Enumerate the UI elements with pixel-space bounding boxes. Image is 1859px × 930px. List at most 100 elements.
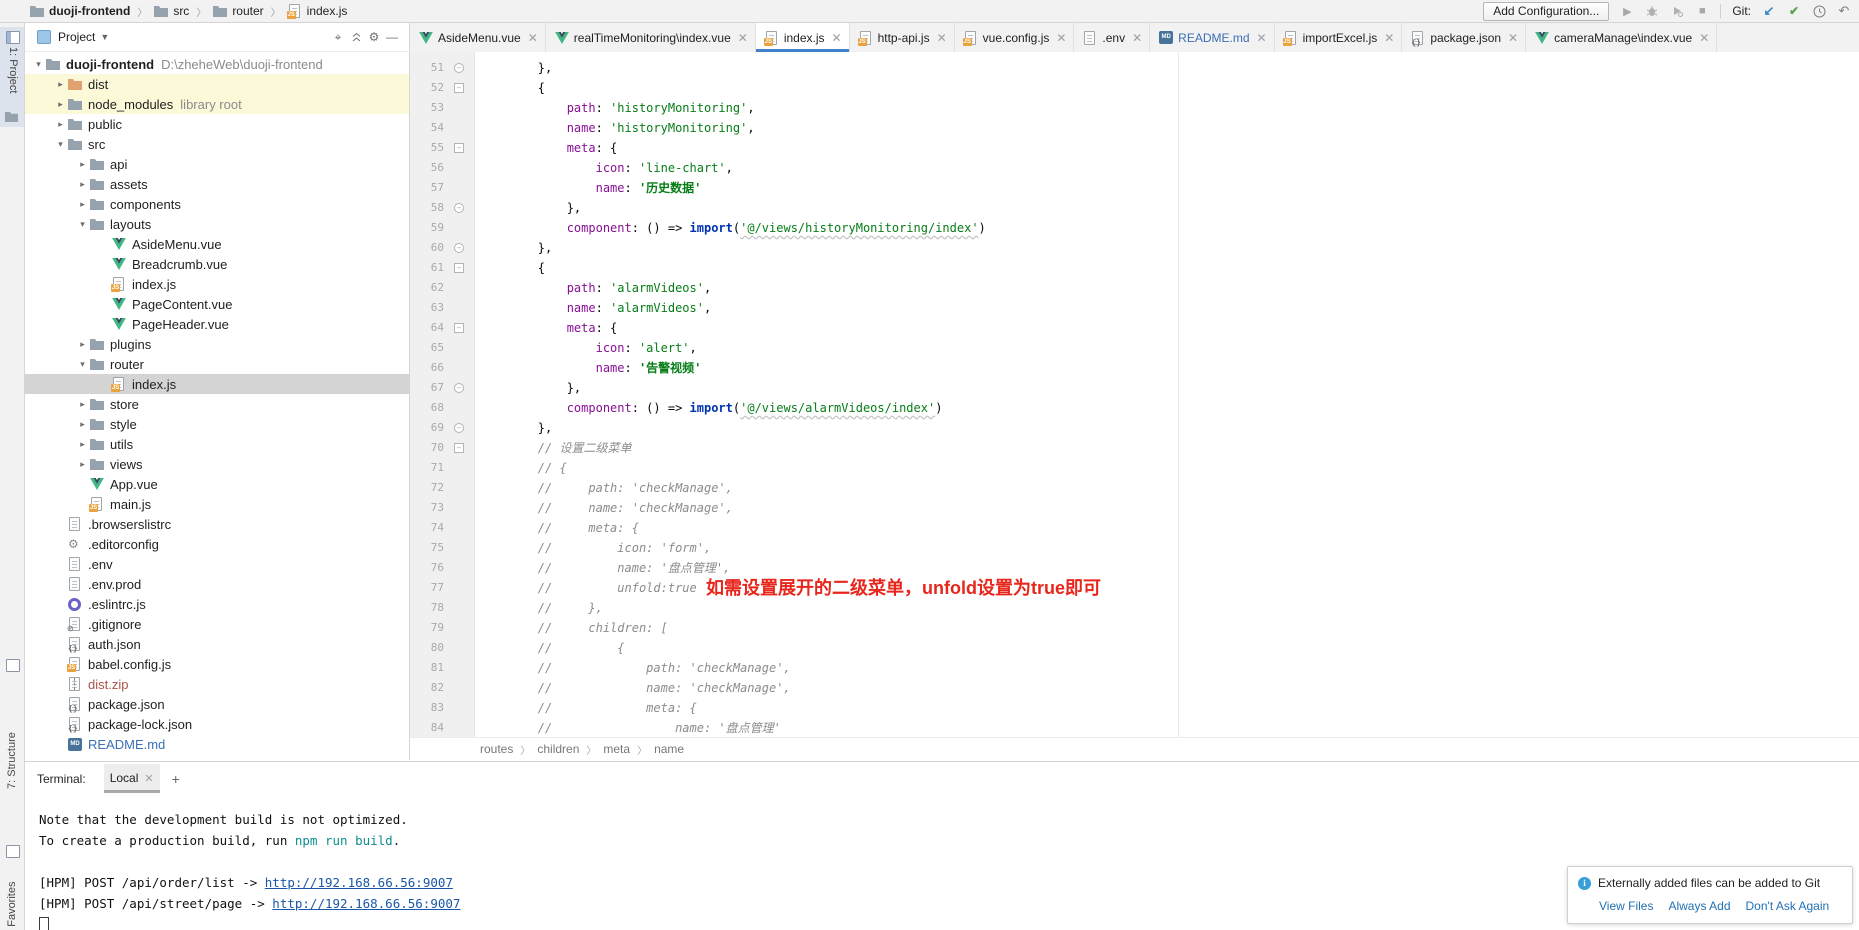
chevron-down-icon[interactable]: ▾	[31, 59, 46, 70]
chevron-down-icon[interactable]: ▾	[53, 139, 68, 150]
debug-bug-icon[interactable]	[1645, 4, 1659, 18]
chevron-right-icon[interactable]: ▸	[75, 419, 90, 430]
tree-row-assets[interactable]: ▸assets	[25, 174, 409, 194]
collapse-all-icon[interactable]	[347, 28, 365, 46]
tree-row-Breadcrumb.vue[interactable]: Breadcrumb.vue	[25, 254, 409, 274]
structure-tool-window-icon[interactable]	[6, 659, 20, 672]
editor-tab[interactable]: JShttp-api.js✕	[850, 23, 955, 52]
code-line-78[interactable]: 78 // },	[410, 598, 1859, 618]
run-icon[interactable]: ▶	[1620, 4, 1634, 18]
chevron-right-icon[interactable]: ▸	[53, 99, 68, 110]
chevron-right-icon[interactable]: ▸	[75, 459, 90, 470]
hide-panel-icon[interactable]: —	[383, 28, 401, 46]
close-icon[interactable]: ✕	[528, 31, 538, 45]
code-line-69[interactable]: 69− },	[410, 418, 1859, 438]
code-line-71[interactable]: 71 // {	[410, 458, 1859, 478]
fold-marker-icon[interactable]: −	[454, 83, 464, 93]
code-line-70[interactable]: 70− // 设置二级菜单	[410, 438, 1859, 458]
git-rollback-icon[interactable]: ↶	[1837, 4, 1851, 18]
tree-row-views[interactable]: ▸views	[25, 454, 409, 474]
close-icon[interactable]: ✕	[738, 31, 748, 45]
editor-tab[interactable]: {}package.json✕	[1402, 23, 1526, 52]
notification-action-link[interactable]: View Files	[1599, 899, 1653, 913]
close-icon[interactable]: ✕	[1257, 31, 1267, 45]
code-viewport[interactable]: 51− },52− {53 path: 'historyMonitoring',…	[410, 52, 1859, 738]
code-line-61[interactable]: 61− {	[410, 258, 1859, 278]
code-line-75[interactable]: 75 // icon: 'form',	[410, 538, 1859, 558]
close-icon[interactable]: ✕	[937, 31, 947, 45]
tree-row-utils[interactable]: ▸utils	[25, 434, 409, 454]
breadcrumb-item[interactable]: duoji-frontend	[30, 4, 130, 18]
tree-row-node_modules[interactable]: ▸node_moduleslibrary root	[25, 94, 409, 114]
close-icon[interactable]: ✕	[1056, 31, 1066, 45]
tree-row-router[interactable]: ▾router	[25, 354, 409, 374]
favorites-tool-window-icon[interactable]	[6, 845, 20, 858]
close-icon[interactable]: ✕	[832, 31, 842, 45]
fold-marker-icon[interactable]: −	[454, 63, 464, 73]
chevron-right-icon[interactable]: ▸	[75, 159, 90, 170]
editor-tab[interactable]: AsideMenu.vue✕	[410, 23, 546, 52]
tree-row-dist[interactable]: ▸dist	[25, 74, 409, 94]
code-line-76[interactable]: 76 // name: '盘点管理',	[410, 558, 1859, 578]
editor-tab[interactable]: MDREADME.md✕	[1150, 23, 1274, 52]
code-line-81[interactable]: 81 // path: 'checkManage',	[410, 658, 1859, 678]
code-line-79[interactable]: 79 // children: [	[410, 618, 1859, 638]
tree-row-.browserslistrc[interactable]: .browserslistrc	[25, 514, 409, 534]
code-line-60[interactable]: 60− },	[410, 238, 1859, 258]
fold-marker-icon[interactable]: −	[454, 263, 464, 273]
tree-row-duoji-frontend[interactable]: ▾duoji-frontendD:\zheheWeb\duoji-fronten…	[25, 54, 409, 74]
tree-row-PageContent.vue[interactable]: PageContent.vue	[25, 294, 409, 314]
chevron-down-icon[interactable]: ▾	[75, 219, 90, 230]
tree-row-plugins[interactable]: ▸plugins	[25, 334, 409, 354]
chevron-right-icon[interactable]: ▸	[75, 439, 90, 450]
code-line-80[interactable]: 80 // {	[410, 638, 1859, 658]
code-line-53[interactable]: 53 path: 'historyMonitoring',	[410, 98, 1859, 118]
code-line-72[interactable]: 72 // path: 'checkManage',	[410, 478, 1859, 498]
editor-tab[interactable]: .env✕	[1074, 23, 1150, 52]
git-update-icon[interactable]: ↙	[1762, 4, 1776, 18]
notification-action-link[interactable]: Don't Ask Again	[1746, 899, 1830, 913]
new-terminal-session-icon[interactable]: +	[172, 771, 180, 787]
notification-action-link[interactable]: Always Add	[1668, 899, 1730, 913]
code-line-51[interactable]: 51− },	[410, 58, 1859, 78]
fold-marker-icon[interactable]: −	[454, 383, 464, 393]
code-line-63[interactable]: 63 name: 'alarmVideos',	[410, 298, 1859, 318]
tree-row-auth.json[interactable]: {}auth.json	[25, 634, 409, 654]
code-breadcrumb-item[interactable]: name	[654, 742, 684, 756]
stripe-tab-favorites[interactable]: 2: Favorites	[6, 882, 18, 930]
tree-row-public[interactable]: ▸public	[25, 114, 409, 134]
fold-marker-icon[interactable]: −	[454, 143, 464, 153]
code-line-74[interactable]: 74 // meta: {	[410, 518, 1859, 538]
editor-tab[interactable]: realTimeMonitoring\index.vue✕	[546, 23, 756, 52]
tree-row-src[interactable]: ▾src	[25, 134, 409, 154]
code-line-52[interactable]: 52− {	[410, 78, 1859, 98]
tree-row-style[interactable]: ▸style	[25, 414, 409, 434]
stripe-tab-structure[interactable]: 7: Structure	[6, 732, 18, 789]
add-configuration-button[interactable]: Add Configuration...	[1483, 2, 1609, 21]
tree-row-.editorconfig[interactable]: ⚙.editorconfig	[25, 534, 409, 554]
chevron-right-icon[interactable]: ▸	[75, 179, 90, 190]
chevron-down-icon[interactable]: ▼	[100, 32, 109, 42]
tree-row-PageHeader.vue[interactable]: PageHeader.vue	[25, 314, 409, 334]
code-line-73[interactable]: 73 // name: 'checkManage',	[410, 498, 1859, 518]
fold-marker-icon[interactable]: −	[454, 243, 464, 253]
code-breadcrumb-item[interactable]: children	[537, 742, 579, 756]
chevron-right-icon[interactable]: ▸	[53, 79, 68, 90]
editor-tab[interactable]: JSimportExcel.js✕	[1275, 23, 1403, 52]
tree-row-.env.prod[interactable]: .env.prod	[25, 574, 409, 594]
git-commit-icon[interactable]: ✔	[1787, 4, 1801, 18]
chevron-right-icon[interactable]: ▸	[53, 119, 68, 130]
chevron-down-icon[interactable]: ▾	[75, 359, 90, 370]
close-icon[interactable]: ✕	[1132, 31, 1142, 45]
code-line-62[interactable]: 62 path: 'alarmVideos',	[410, 278, 1859, 298]
code-line-65[interactable]: 65 icon: 'alert',	[410, 338, 1859, 358]
code-line-66[interactable]: 66 name: '告警视频'	[410, 358, 1859, 378]
close-icon[interactable]: ✕	[1508, 31, 1518, 45]
chevron-right-icon[interactable]: ▸	[75, 339, 90, 350]
terminal-tab-local[interactable]: Local ✕	[104, 764, 160, 793]
run-coverage-icon[interactable]	[1670, 4, 1684, 18]
editor-tab[interactable]: JSvue.config.js✕	[955, 23, 1075, 52]
gear-icon[interactable]: ⚙	[365, 28, 383, 46]
tree-row-api[interactable]: ▸api	[25, 154, 409, 174]
project-tool-window-icon[interactable]	[6, 31, 20, 44]
